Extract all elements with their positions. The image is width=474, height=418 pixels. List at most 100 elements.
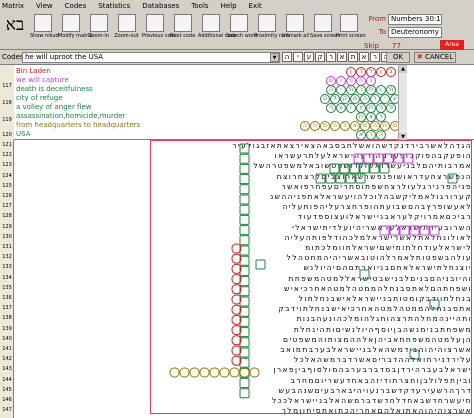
code-letter-circle: [189, 367, 200, 378]
chevron-down-icon[interactable]: ▼: [270, 53, 279, 62]
additional-code-button[interactable]: Additional code: [198, 14, 237, 48]
code-letter-box: [239, 184, 250, 195]
codes-hebrew-letters: היעקראתארה: [282, 52, 391, 63]
term-letter: ן: [376, 67, 386, 77]
code-letter-box: [389, 225, 400, 236]
rank-icon: [257, 14, 276, 32]
menu-codes[interactable]: Codes: [65, 2, 87, 10]
unmark-all-button[interactable]: Unmark all: [282, 14, 309, 48]
search-word-button[interactable]: Search word: [226, 14, 257, 48]
area-button[interactable]: Area: [440, 40, 464, 50]
modify-matrix-button[interactable]: Modify matrix: [58, 14, 92, 48]
code-letter-box: [353, 153, 364, 164]
code-letter-box: [239, 143, 250, 154]
menu-databases[interactable]: Databases: [142, 2, 179, 10]
code-letter-box: [239, 153, 250, 164]
term-letter: ף: [326, 103, 336, 113]
search-icon: [229, 14, 248, 32]
code-letter-box: [335, 173, 346, 184]
code-letter: י: [293, 52, 303, 62]
save-screen-button[interactable]: Save screen: [310, 14, 340, 48]
menu-help[interactable]: Help: [221, 2, 237, 10]
code-letter-box: [379, 163, 390, 174]
show-nikud-button[interactable]: Show nikud: [30, 14, 59, 48]
term-item[interactable]: USA: [16, 129, 31, 140]
zoom-out-button[interactable]: Zoom-out: [114, 14, 139, 48]
code-letter-box: [239, 388, 250, 399]
menu-matrix[interactable]: Matrix: [2, 2, 24, 10]
code-letter: ר: [326, 52, 336, 62]
code-letter-box: [339, 163, 350, 174]
menu-tools[interactable]: Tools: [191, 2, 208, 10]
code-letter-box: [383, 153, 394, 164]
codes-input[interactable]: he will uproot the USA: [22, 52, 280, 63]
term-letter: ר: [366, 130, 376, 140]
code-letter-box: [429, 225, 440, 236]
code-letter-box: [363, 153, 374, 164]
from-field[interactable]: Numbers 30:17: [388, 14, 442, 25]
term-row-number: 119: [2, 117, 12, 123]
print-icon: [339, 14, 358, 32]
nikud-icon: [33, 14, 52, 32]
next-code-button[interactable]: Next code: [170, 14, 195, 48]
terms-gutter: 117 118 119 120: [0, 65, 14, 141]
code-letter-circle: [179, 367, 190, 378]
menu-statistics[interactable]: Statistics: [98, 2, 130, 10]
term-letters: ארה: [356, 130, 386, 140]
scroll-up-icon[interactable]: ▲: [399, 65, 407, 73]
code-letter: א: [359, 52, 369, 62]
code-letter-box: [355, 173, 366, 184]
previous-code-button[interactable]: Previous code: [142, 14, 177, 48]
term-letter: ה: [300, 121, 310, 131]
toolbar: בא Show nikud Modify matrix Zoom-in Zoom…: [0, 12, 474, 50]
code-letter-box: [419, 225, 430, 236]
code-letter-box: [329, 163, 340, 174]
add-code-icon: [201, 14, 220, 32]
code-letter-box: [325, 173, 336, 184]
unmark-icon: [285, 14, 304, 32]
skip-value: 77: [392, 42, 401, 50]
arrow-left-icon: [145, 14, 164, 32]
code-letter-box: [359, 269, 370, 280]
code-letter-box: [239, 225, 250, 236]
close-icon: ✖: [416, 53, 423, 61]
term-letter: א: [356, 130, 366, 140]
arrow-right-icon: [173, 14, 192, 32]
term-letter: ז: [346, 103, 356, 113]
code-letter-box: [429, 299, 440, 310]
term-letter: ב: [386, 67, 396, 77]
menu-exit[interactable]: Exit: [249, 2, 262, 10]
zoom-in-button[interactable]: Zoom-in: [86, 14, 111, 48]
term-letter: ה: [330, 121, 340, 131]
grid-icon: [61, 14, 80, 32]
term-letter: ל: [340, 121, 350, 131]
code-letter-circle: [219, 367, 230, 378]
term-row-number: 117: [2, 83, 12, 89]
term-item[interactable]: from headquarters to headquarters: [16, 120, 140, 131]
code-letter-box: [239, 204, 250, 215]
code-letter-box: [345, 173, 356, 184]
code-letter-box: [447, 173, 458, 184]
code-marks: [169, 143, 458, 399]
code-letter-circle: [229, 367, 240, 378]
code-letter-box: [373, 153, 384, 164]
term-row-number: 120: [2, 132, 12, 138]
proximity-rank-button[interactable]: Proximity rank: [254, 14, 290, 48]
code-letter-box: [239, 214, 250, 225]
code-letter: ר: [370, 52, 380, 62]
code-letter-circle: [249, 367, 260, 378]
cancel-button[interactable]: ✖ CANCEL: [414, 52, 456, 63]
menu-view[interactable]: View: [36, 2, 53, 10]
codes-row: Codes: he will uproot the USA ▼ היעקראתא…: [0, 52, 474, 63]
print-screen-button[interactable]: Print screen: [336, 14, 366, 48]
letter-matrix: 121 122 123 124 125 126 127 128 129 130 131 132 133 1…: [0, 140, 474, 418]
code-letter: א: [337, 52, 347, 62]
code-letter-circle: [239, 367, 250, 378]
save-icon: [313, 14, 332, 32]
to-field[interactable]: Deuteronomy 3:3: [388, 27, 442, 38]
terms-scrollbar[interactable]: ▲ ▼: [398, 65, 407, 141]
ok-button[interactable]: OK: [386, 52, 410, 63]
code-letter-box: [349, 163, 360, 174]
code-letter-box: [409, 349, 420, 360]
code-letter-box: [393, 153, 404, 164]
